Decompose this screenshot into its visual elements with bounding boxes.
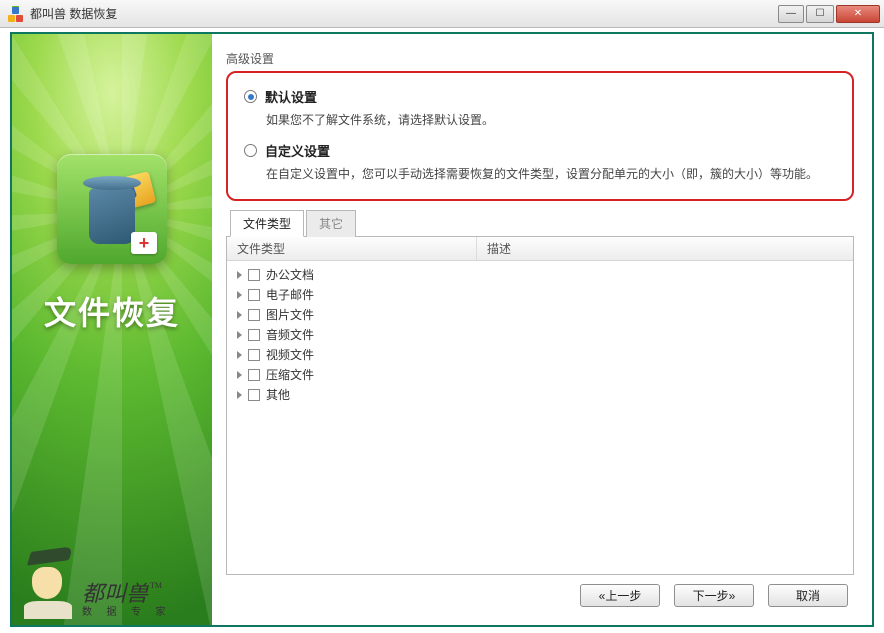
radio-custom-desc: 在自定义设置中，您可以手动选择需要恢复的文件类型，设置分配单元的大小（即，簇的大… <box>266 166 836 183</box>
table-row[interactable]: 压缩文件 <box>227 365 853 385</box>
main-frame: + 文件恢复 都叫兽TM 数 据 专 家 高级设置 默认设置 如果您不了解文件系… <box>10 32 874 627</box>
checkbox[interactable] <box>248 309 260 321</box>
row-label: 电子邮件 <box>266 286 314 303</box>
expand-icon[interactable] <box>237 391 242 399</box>
table-row[interactable]: 音频文件 <box>227 325 853 345</box>
radio-default[interactable]: 默认设置 <box>244 87 836 106</box>
radio-custom-label: 自定义设置 <box>265 141 330 160</box>
recovery-icon: + <box>57 154 167 264</box>
table-body: 办公文档 电子邮件 图片文件 音频文件 视频文件 压缩文件 其他 <box>227 261 853 409</box>
expand-icon[interactable] <box>237 351 242 359</box>
checkbox[interactable] <box>248 389 260 401</box>
col-description[interactable]: 描述 <box>477 237 853 260</box>
cancel-button[interactable]: 取消 <box>768 584 848 607</box>
row-label: 其他 <box>266 386 290 403</box>
brand-tagline: 数 据 专 家 <box>82 607 172 619</box>
content-area: 高级设置 默认设置 如果您不了解文件系统，请选择默认设置。 自定义设置 在自定义… <box>212 34 872 625</box>
table-row[interactable]: 电子邮件 <box>227 285 853 305</box>
checkbox[interactable] <box>248 269 260 281</box>
expand-icon[interactable] <box>237 371 242 379</box>
table-row[interactable]: 其他 <box>227 385 853 405</box>
radio-custom[interactable]: 自定义设置 <box>244 141 836 160</box>
table-header: 文件类型 描述 <box>227 237 853 261</box>
checkbox[interactable] <box>248 329 260 341</box>
tab-strip: 文件类型 其它 <box>226 209 854 236</box>
sidebar: + 文件恢复 都叫兽TM 数 据 专 家 <box>12 34 212 625</box>
maximize-button[interactable]: ☐ <box>806 5 834 23</box>
trademark: TM <box>150 581 162 590</box>
window-controls: — ☐ ✕ <box>778 5 880 23</box>
row-label: 音频文件 <box>266 326 314 343</box>
checkbox[interactable] <box>248 369 260 381</box>
footer-buttons: «上一步 下一步» 取消 <box>226 575 854 615</box>
table-row[interactable]: 办公文档 <box>227 265 853 285</box>
expand-icon[interactable] <box>237 331 242 339</box>
checkbox[interactable] <box>248 289 260 301</box>
app-icon <box>8 6 24 22</box>
close-button[interactable]: ✕ <box>836 5 880 23</box>
file-type-table: 文件类型 描述 办公文档 电子邮件 图片文件 音频文件 视频文件 压缩文件 其他 <box>226 236 854 575</box>
row-label: 图片文件 <box>266 306 314 323</box>
expand-icon[interactable] <box>237 311 242 319</box>
expand-icon[interactable] <box>237 291 242 299</box>
radio-default-label: 默认设置 <box>265 87 317 106</box>
table-row[interactable]: 视频文件 <box>227 345 853 365</box>
table-row[interactable]: 图片文件 <box>227 305 853 325</box>
minimize-button[interactable]: — <box>778 5 804 23</box>
sidebar-title: 文件恢复 <box>12 288 212 334</box>
radio-icon <box>244 90 257 103</box>
col-file-type[interactable]: 文件类型 <box>227 237 477 260</box>
medical-cross-icon: + <box>131 232 157 254</box>
settings-highlight-box: 默认设置 如果您不了解文件系统，请选择默认设置。 自定义设置 在自定义设置中，您… <box>226 71 854 201</box>
tab-other[interactable]: 其它 <box>306 210 356 237</box>
brand-logo: 都叫兽TM 数 据 专 家 <box>18 549 172 619</box>
window-title: 都叫兽 数据恢复 <box>30 5 778 22</box>
group-label: 高级设置 <box>226 50 854 67</box>
checkbox[interactable] <box>248 349 260 361</box>
radio-icon <box>244 144 257 157</box>
row-label: 办公文档 <box>266 266 314 283</box>
titlebar: 都叫兽 数据恢复 — ☐ ✕ <box>0 0 884 28</box>
tabs-area: 文件类型 其它 文件类型 描述 办公文档 电子邮件 图片文件 音频文件 视频文件… <box>226 209 854 575</box>
prev-button[interactable]: «上一步 <box>580 584 660 607</box>
row-label: 压缩文件 <box>266 366 314 383</box>
tab-file-type[interactable]: 文件类型 <box>230 210 304 237</box>
next-button[interactable]: 下一步» <box>674 584 754 607</box>
brand-name: 都叫兽 <box>82 581 148 606</box>
radio-default-desc: 如果您不了解文件系统，请选择默认设置。 <box>266 112 836 129</box>
row-label: 视频文件 <box>266 346 314 363</box>
expand-icon[interactable] <box>237 271 242 279</box>
